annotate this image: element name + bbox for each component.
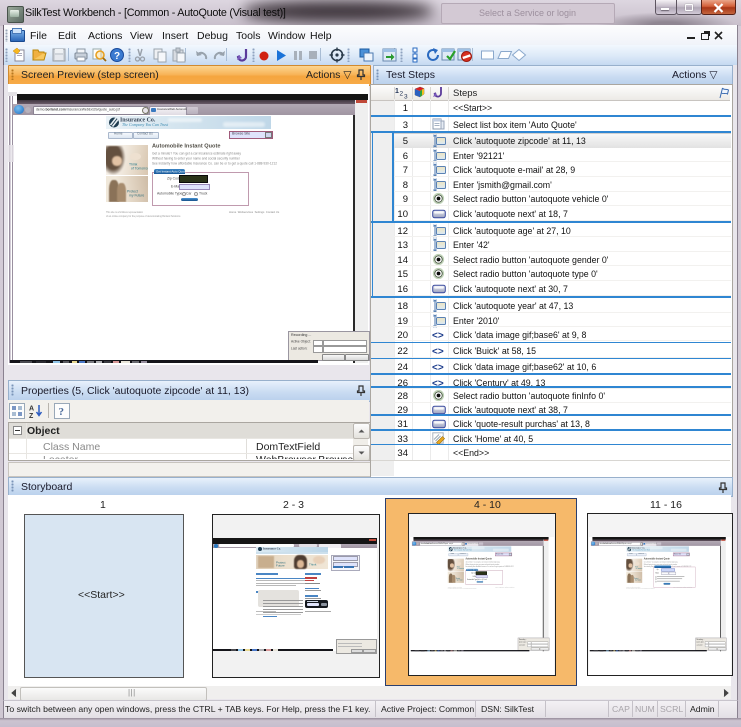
svg-text:<>: <> xyxy=(432,347,444,358)
svg-text:<>: <> xyxy=(432,363,444,374)
svg-text:?: ? xyxy=(114,51,120,62)
svg-text:3: 3 xyxy=(404,93,408,100)
svg-text:A: A xyxy=(29,406,34,413)
svg-text:Z: Z xyxy=(29,413,34,419)
svg-text:?: ? xyxy=(59,406,65,418)
svg-text:<>: <> xyxy=(432,330,444,341)
svg-text:1: 1 xyxy=(395,88,399,95)
svg-text:2: 2 xyxy=(400,90,404,97)
